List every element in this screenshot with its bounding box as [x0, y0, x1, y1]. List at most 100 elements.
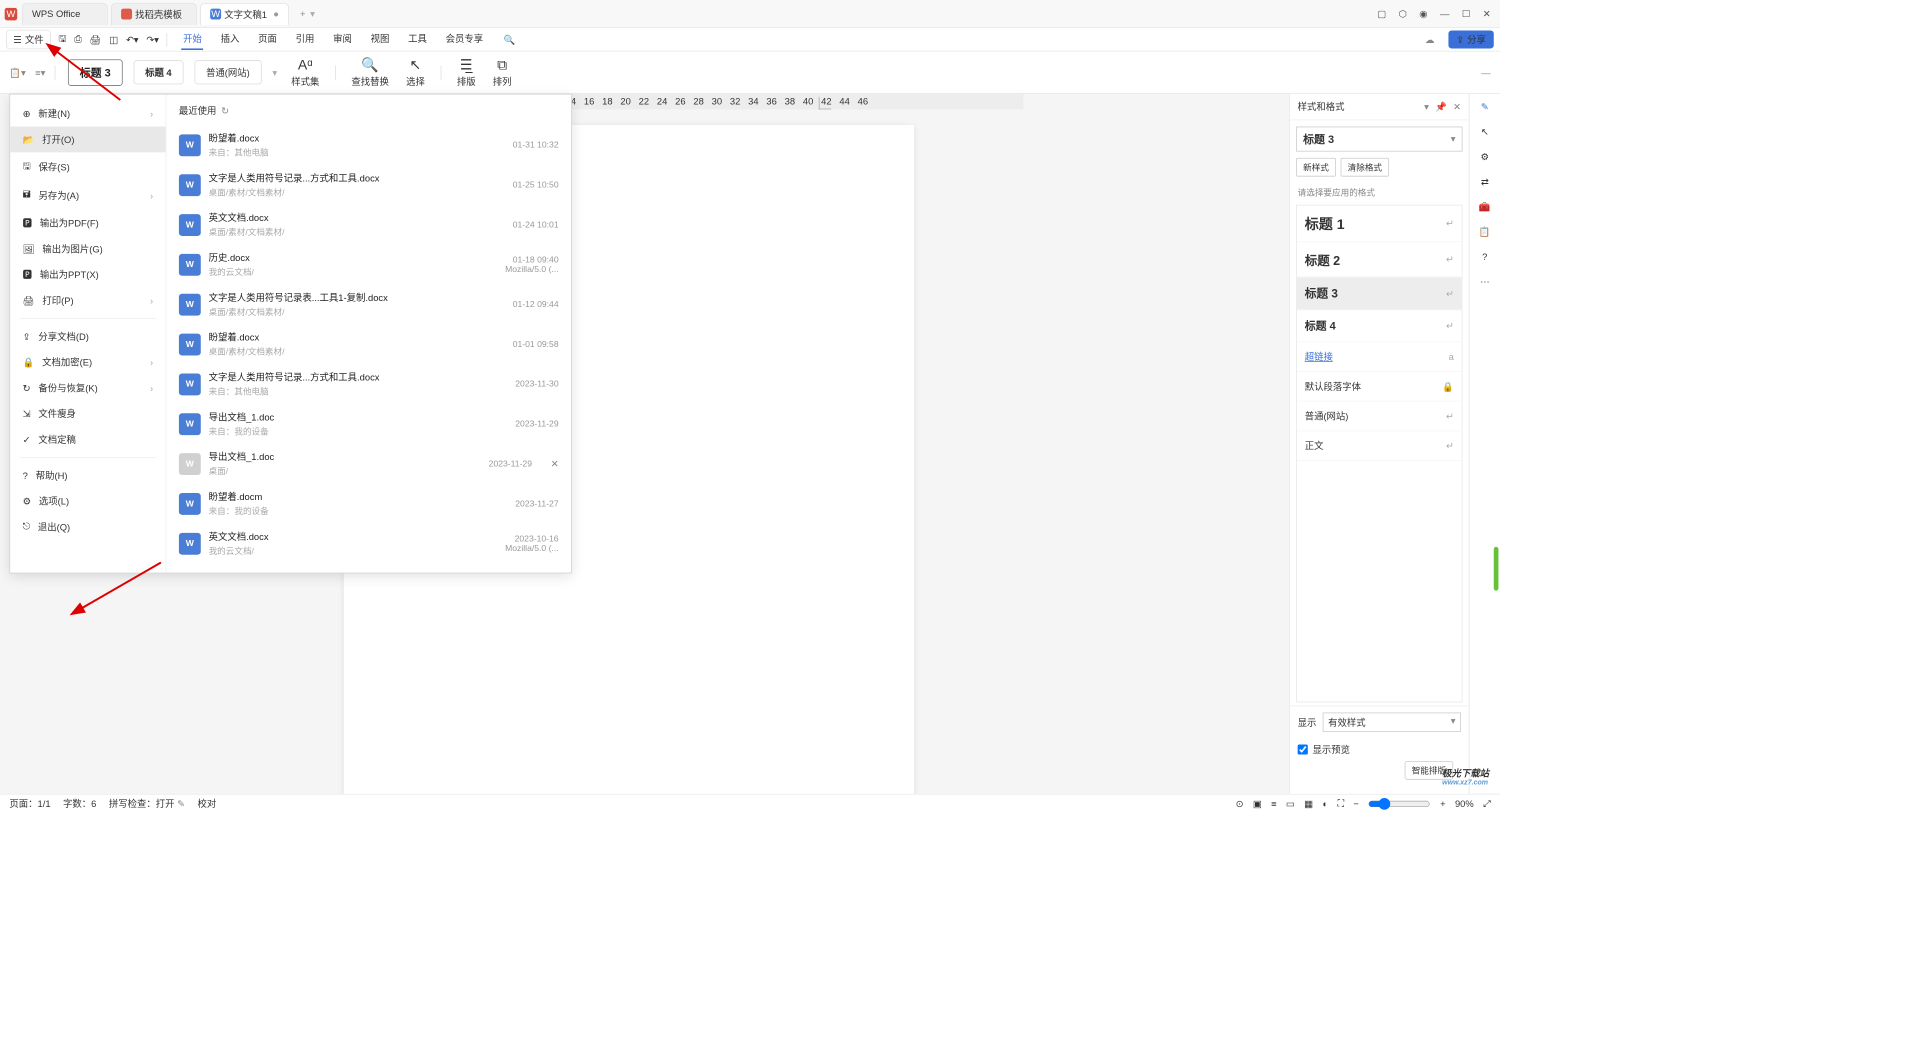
clipboard-icon[interactable]: 📋: [1479, 227, 1491, 238]
tab-tools[interactable]: 工具: [407, 29, 429, 50]
file-menu-button[interactable]: ☰ 文件: [6, 30, 50, 50]
tab-reference[interactable]: 引用: [294, 29, 316, 50]
more-icon[interactable]: ⋯: [1480, 277, 1489, 288]
style-list-item[interactable]: 普通(网站)↵: [1297, 402, 1462, 432]
layout-button[interactable]: ☰̲排版: [451, 55, 482, 89]
recent-file-item[interactable]: W 历史.docx我的云文档/ 01-18 09:40Mozilla/5.0 (…: [179, 245, 559, 285]
focus-mode-icon[interactable]: ⊙: [1236, 798, 1244, 809]
new-tab-button[interactable]: +: [300, 8, 305, 19]
recent-file-item[interactable]: W 盼望着.docx桌面/素材/文档素材/ 01-01 09:58: [179, 324, 559, 364]
cloud-icon[interactable]: ☁: [1425, 34, 1434, 45]
file-menu-open[interactable]: 📂打开(O): [10, 127, 165, 153]
file-menu-saveas[interactable]: 🖬另存为(A)›: [10, 181, 165, 210]
style-scroll-icon[interactable]: ▾: [272, 67, 277, 78]
tab-insert[interactable]: 插入: [219, 29, 241, 50]
view-read-icon[interactable]: ▭: [1286, 798, 1295, 809]
select-button[interactable]: ↖选择: [400, 55, 431, 89]
find-replace-button[interactable]: 🔍查找替换: [345, 55, 395, 89]
recent-file-item[interactable]: W 盼望着.docm来自：我的设备 2023-11-27: [179, 484, 559, 524]
remove-recent-icon[interactable]: ✕: [551, 458, 559, 469]
recent-file-item[interactable]: W 文字是人类用符号记录表...工具1-复制.docx桌面/素材/文档素材/ 0…: [179, 284, 559, 324]
copy-icon[interactable]: 📋▾: [9, 67, 25, 78]
undo-icon[interactable]: ↶▾: [126, 34, 139, 45]
tab-document[interactable]: W文字文稿1 ●: [200, 3, 289, 25]
zoom-in-icon[interactable]: +: [1440, 798, 1445, 809]
current-style-selector[interactable]: 标题 3▾: [1296, 127, 1462, 152]
close-panel-icon[interactable]: ✕: [1453, 101, 1461, 112]
file-menu-exit[interactable]: ⎋退出(Q): [10, 514, 165, 540]
toolbox-icon[interactable]: 🧰: [1479, 202, 1491, 213]
recent-file-item[interactable]: W 导出文档_1.doc来自：我的设备 2023-11-29: [179, 404, 559, 444]
style-list-item[interactable]: 正文↵: [1297, 431, 1462, 461]
panel-icon[interactable]: ▢: [1377, 8, 1386, 19]
dark-mode-icon[interactable]: ◐: [1322, 798, 1328, 809]
clear-format-button[interactable]: 清除格式: [1341, 158, 1389, 177]
share-button[interactable]: ⇪分享: [1448, 30, 1493, 48]
style-list-item[interactable]: 超链接a: [1297, 342, 1462, 372]
file-menu-new[interactable]: ⊕新建(N)›: [10, 101, 165, 127]
save-icon[interactable]: 🖫: [58, 31, 66, 47]
scrollbar-indicator[interactable]: [1494, 547, 1499, 591]
style-heading4[interactable]: 标题 4: [133, 60, 183, 84]
recent-file-item[interactable]: W 英文文档.docx我的云文档/ 2023-10-16Mozilla/5.0 …: [179, 523, 559, 563]
tab-start[interactable]: 开始: [182, 29, 204, 50]
justify-icon[interactable]: ≡▾: [35, 67, 45, 78]
file-menu-slim[interactable]: ⇲文件瘦身: [10, 401, 165, 427]
translate-icon[interactable]: ⇄: [1481, 177, 1489, 188]
preview-icon[interactable]: ◫: [109, 34, 118, 45]
file-menu-help[interactable]: ?帮助(H): [10, 463, 165, 489]
recent-file-item[interactable]: W 文字是人类用符号记录...方式和工具.docx桌面/素材/文档素材/ 01-…: [179, 165, 559, 205]
status-page[interactable]: 页面：1/1: [9, 797, 50, 810]
help-side-icon[interactable]: ?: [1482, 252, 1487, 263]
style-set-button[interactable]: Aᵅ样式集: [285, 55, 326, 89]
fit-page-icon[interactable]: ⤢: [1483, 798, 1491, 810]
tab-page[interactable]: 页面: [257, 29, 279, 50]
file-menu-export-image[interactable]: 🖼输出为图片(G): [10, 236, 165, 262]
status-spellcheck[interactable]: 拼写检查：打开 ✎: [109, 797, 185, 810]
search-icon[interactable]: 🔍: [504, 34, 516, 45]
file-menu-encrypt[interactable]: 🔒文档加密(E)›: [10, 349, 165, 375]
app-tab-wps[interactable]: WPS Office: [22, 3, 108, 25]
print-icon[interactable]: 🖨: [90, 34, 102, 45]
file-menu-backup[interactable]: ↻备份与恢复(K)›: [10, 375, 165, 401]
pin-icon[interactable]: 📌: [1435, 101, 1447, 112]
style-list-item[interactable]: 标题 4↵: [1297, 310, 1462, 342]
chevron-down-icon[interactable]: ▾: [1424, 101, 1429, 112]
print-preview-icon[interactable]: ⎙: [74, 34, 82, 46]
tab-view[interactable]: 视图: [369, 29, 391, 50]
file-menu-save[interactable]: 🖫保存(S): [10, 152, 165, 181]
minimize-icon[interactable]: —: [1440, 8, 1449, 19]
horizontal-ruler[interactable]: 1416182022242628303234363840424446: [563, 94, 1024, 110]
avatar-icon[interactable]: ◉: [1419, 8, 1427, 19]
close-window-icon[interactable]: ✕: [1483, 8, 1491, 19]
zoom-value[interactable]: 90%: [1455, 798, 1474, 809]
collapse-ribbon-icon[interactable]: —: [1481, 67, 1490, 78]
tab-templates[interactable]: 找稻壳模板: [111, 3, 197, 25]
zoom-slider[interactable]: [1368, 797, 1431, 810]
recent-file-item[interactable]: W 英文文档.docx桌面/素材/文档素材/ 01-24 10:01: [179, 205, 559, 245]
cube-icon[interactable]: ⬡: [1399, 8, 1407, 19]
view-web-icon[interactable]: ▦: [1304, 798, 1313, 809]
refresh-icon[interactable]: ↻: [221, 105, 229, 116]
show-preview-checkbox[interactable]: 显示预览: [1290, 738, 1469, 761]
tab-close-icon[interactable]: ●: [273, 9, 279, 20]
file-menu-export-pdf[interactable]: 🅿输出为PDF(F): [10, 210, 165, 236]
maximize-icon[interactable]: ☐: [1462, 8, 1470, 19]
status-word-count[interactable]: 字数：6: [63, 797, 96, 810]
settings-icon[interactable]: ⚙: [1481, 152, 1489, 163]
recent-file-item[interactable]: W 文字是人类用符号记录...方式和工具.docx来自：其他电脑 2023-11…: [179, 364, 559, 404]
show-filter-select[interactable]: 有效样式▾: [1323, 713, 1461, 733]
edit-mode-icon[interactable]: ✎: [1481, 102, 1489, 113]
redo-icon[interactable]: ↷▾: [146, 34, 159, 45]
style-normal-web[interactable]: 普通(网站): [194, 60, 261, 84]
file-menu-print[interactable]: 🖨打印(P)›: [10, 288, 165, 314]
tab-vip[interactable]: 会员专享: [444, 29, 485, 50]
view-outline-icon[interactable]: ≡: [1271, 798, 1276, 809]
new-style-button[interactable]: 新样式: [1296, 158, 1336, 177]
recent-file-item[interactable]: W 导出文档_1.doc桌面/ 2023-11-29 ✕: [179, 444, 559, 484]
style-list-item[interactable]: 默认段落字体🔒: [1297, 372, 1462, 402]
arrange-button[interactable]: ⧉排列: [487, 55, 518, 89]
file-menu-final[interactable]: ✓文档定稿: [10, 427, 165, 453]
fullscreen-icon[interactable]: ⛶: [1337, 798, 1344, 810]
smart-layout-button[interactable]: 智能排版: [1405, 761, 1453, 780]
